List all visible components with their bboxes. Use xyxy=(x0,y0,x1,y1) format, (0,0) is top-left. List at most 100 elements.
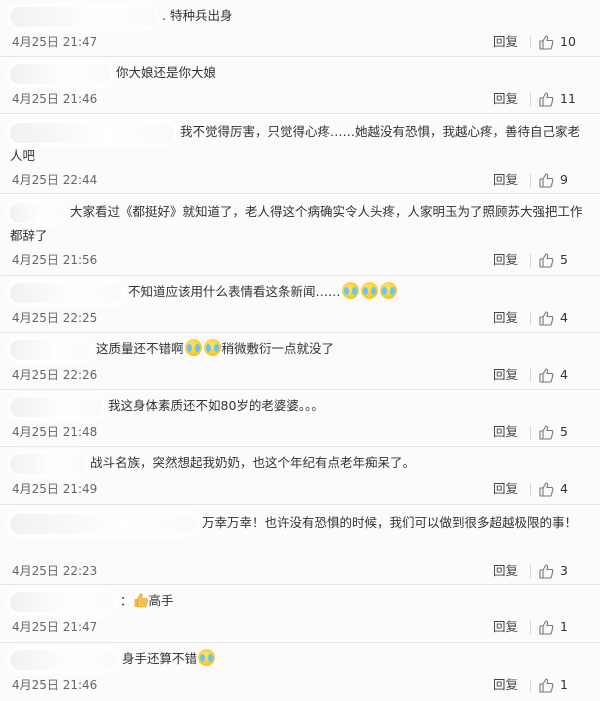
comment-text: ： xyxy=(120,593,133,608)
reply-button[interactable]: 回复 xyxy=(493,617,518,637)
comment-meta: 4月25日 21:46 回复 11 xyxy=(10,89,586,109)
reply-button[interactable]: 回复 xyxy=(493,308,518,328)
comment-body: 万幸万幸！也许没有恐惧的时候，我们可以做到很多超越极限的事！ xyxy=(10,505,590,535)
reply-button[interactable]: 回复 xyxy=(493,365,518,385)
divider xyxy=(530,426,531,439)
username-redacted[interactable] xyxy=(10,396,102,417)
comment-item: 这质量还不错啊 稍微敷衍一点就没了 4月25日 22:26 回复 4 xyxy=(0,333,600,390)
comment-item: 我这身体素质还不如80岁的老婆婆。。。 4月25日 21:48 回复 5 xyxy=(0,390,600,447)
like-count: 10 xyxy=(560,34,576,49)
comment-meta: 4月25日 22:44 回复 9 xyxy=(10,170,586,190)
divider xyxy=(530,621,531,634)
reply-button[interactable]: 回复 xyxy=(493,250,518,270)
laugh-cry-emoji-icon xyxy=(184,339,202,356)
comment-body: 我不觉得厉害，只觉得心疼……她越没有恐惧，我越心疼，善待自己家老人吧 xyxy=(10,114,590,168)
timestamp: 4月25日 21:48 xyxy=(12,425,98,439)
reply-button[interactable]: 回复 xyxy=(493,561,518,581)
divider xyxy=(530,36,531,49)
thumbs-up-icon xyxy=(539,253,554,268)
comment-text: 你大娘还是你大娘 xyxy=(116,65,217,80)
comment-body: 你大娘还是你大娘 xyxy=(10,57,590,85)
timestamp: 4月25日 22:25 xyxy=(12,311,98,325)
timestamp: 4月25日 21:47 xyxy=(12,620,98,634)
timestamp: 4月25日 21:49 xyxy=(12,482,98,496)
comment-item: 战斗名族，突然想起我奶奶，也这个年纪有点老年痴呆了。 4月25日 21:49 回… xyxy=(0,447,600,505)
comment-body: 身手还算不错 xyxy=(10,643,590,671)
laugh-cry-emoji-icon xyxy=(341,282,359,299)
like-count: 11 xyxy=(560,91,576,106)
username-redacted[interactable] xyxy=(10,202,64,223)
divider xyxy=(530,174,531,187)
comment-text: . 特种兵出身 xyxy=(162,8,233,23)
username-redacted[interactable] xyxy=(10,591,114,612)
thumbs-up-icon xyxy=(539,35,554,50)
username-redacted[interactable] xyxy=(10,122,174,143)
comment-meta: 4月25日 21:46 回复 1 xyxy=(10,675,586,695)
laugh-cry-emoji-icon xyxy=(360,282,378,299)
comment-item: . 特种兵出身 4月25日 21:47 回复 10 xyxy=(0,0,600,57)
timestamp: 4月25日 21:46 xyxy=(12,92,98,106)
thumbs-up-icon xyxy=(539,92,554,107)
timestamp: 4月25日 22:26 xyxy=(12,368,98,382)
comment-meta: 4月25日 21:47 回复 10 xyxy=(10,32,586,52)
thumbs-up-icon xyxy=(539,482,554,497)
divider xyxy=(530,483,531,496)
divider xyxy=(530,369,531,382)
reply-button[interactable]: 回复 xyxy=(493,422,518,442)
timestamp: 4月25日 21:56 xyxy=(12,253,98,267)
comment-text: 稍微敷衍一点就没了 xyxy=(221,341,335,356)
reply-button[interactable]: 回复 xyxy=(493,170,518,190)
comment-meta: 4月25日 21:48 回复 5 xyxy=(10,422,586,442)
comment-text: 大家看过《都挺好》就知道了，老人得这个病确实令人头疼，人家明玉为了照顾苏大强把工… xyxy=(10,204,583,243)
comment-text: 万幸万幸！也许没有恐惧的时候，我们可以做到很多超越极限的事！ xyxy=(202,515,578,530)
like-count: 9 xyxy=(560,172,568,187)
like-count: 5 xyxy=(560,424,568,439)
username-redacted[interactable] xyxy=(10,649,116,670)
like-count: 1 xyxy=(560,677,568,692)
username-redacted[interactable] xyxy=(10,6,156,27)
username-redacted[interactable] xyxy=(10,453,84,474)
timestamp: 4月25日 21:47 xyxy=(12,35,98,49)
thumbs-up-icon xyxy=(539,368,554,383)
comment-item: 万幸万幸！也许没有恐惧的时候，我们可以做到很多超越极限的事！ 4月25日 22:… xyxy=(0,505,600,585)
comment-body: . 特种兵出身 xyxy=(10,0,590,28)
username-redacted[interactable] xyxy=(10,63,110,84)
thumbs-up-icon xyxy=(539,311,554,326)
comment-body: 战斗名族，突然想起我奶奶，也这个年纪有点老年痴呆了。 xyxy=(10,447,590,475)
username-redacted[interactable] xyxy=(10,282,122,303)
thumbs-up-icon xyxy=(539,678,554,693)
thumbs-up-icon xyxy=(539,564,554,579)
comment-item: 大家看过《都挺好》就知道了，老人得这个病确实令人头疼，人家明玉为了照顾苏大强把工… xyxy=(0,194,600,276)
reply-button[interactable]: 回复 xyxy=(493,32,518,52)
comment-meta: 4月25日 22:25 回复 4 xyxy=(10,308,586,328)
comment-body: 不知道应该用什么表情看这条新闻…… xyxy=(10,276,590,304)
comment-meta: 4月25日 22:23 回复 3 xyxy=(10,561,586,581)
thumbs-up-icon xyxy=(539,173,554,188)
reply-button[interactable]: 回复 xyxy=(493,89,518,109)
laugh-cry-emoji-icon xyxy=(198,649,216,666)
reply-button[interactable]: 回复 xyxy=(493,675,518,695)
comment-meta: 4月25日 21:56 回复 5 xyxy=(10,250,586,270)
comment-body: 我这身体素质还不如80岁的老婆婆。。。 xyxy=(10,390,590,418)
username-redacted[interactable] xyxy=(10,513,196,534)
username-redacted[interactable] xyxy=(10,339,90,360)
divider xyxy=(530,93,531,106)
laugh-cry-emoji-icon xyxy=(379,282,397,299)
comment-text: 我这身体素质还不如80岁的老婆婆。。。 xyxy=(108,398,324,413)
comment-body: 大家看过《都挺好》就知道了，老人得这个病确实令人头疼，人家明玉为了照顾苏大强把工… xyxy=(10,194,590,248)
divider xyxy=(530,312,531,325)
comment-text: 战斗名族，突然想起我奶奶，也这个年纪有点老年痴呆了。 xyxy=(90,455,416,470)
comment-text: 这质量还不错啊 xyxy=(96,341,184,356)
comment-item: 我不觉得厉害，只觉得心疼……她越没有恐惧，我越心疼，善待自己家老人吧 4月25日… xyxy=(0,114,600,194)
timestamp: 4月25日 21:46 xyxy=(12,678,98,692)
comment-meta: 4月25日 21:47 回复 1 xyxy=(10,617,586,637)
reply-button[interactable]: 回复 xyxy=(493,479,518,499)
thumbs-up-icon xyxy=(539,620,554,635)
like-count: 3 xyxy=(560,563,568,578)
comment-item: 不知道应该用什么表情看这条新闻…… 4月25日 22:25 回复 4 xyxy=(0,276,600,333)
timestamp: 4月25日 22:23 xyxy=(12,564,98,578)
comment-text: 身手还算不错 xyxy=(122,651,198,666)
like-count: 4 xyxy=(560,310,568,325)
thumbs-up-emoji-icon xyxy=(134,593,148,608)
like-count: 5 xyxy=(560,252,568,267)
